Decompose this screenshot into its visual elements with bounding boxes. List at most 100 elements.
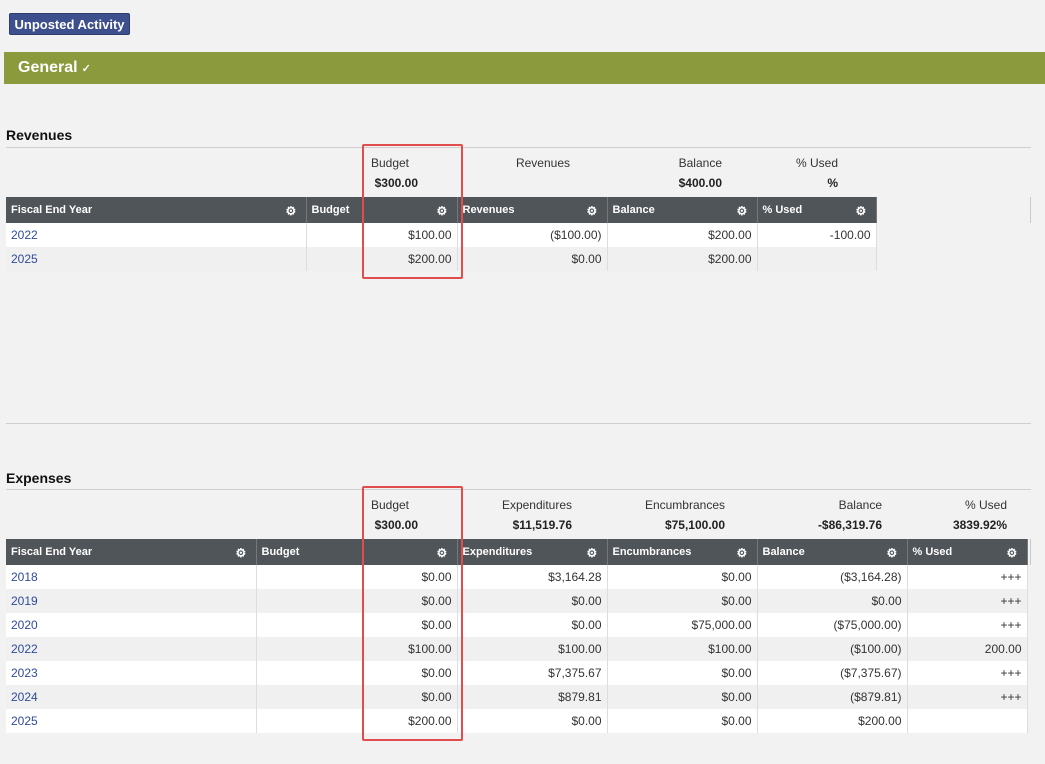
cell: ($7,375.67) <box>757 661 908 685</box>
table-row: 2020 $0.00 $0.00 $75,000.00 ($75,000.00) +++ <box>6 613 1028 637</box>
cell: $0.00 <box>607 661 758 685</box>
cell: $200.00 <box>607 247 758 271</box>
col-balance[interactable]: Balance ⚙ <box>607 197 758 223</box>
cell: $0.00 <box>457 247 608 271</box>
col-pct-used[interactable]: % Used ⚙ <box>757 197 877 223</box>
col-fiscal-end-year[interactable]: Fiscal End Year ⚙ <box>6 539 257 565</box>
expenses-summary-pct-used: % Used 3839.92% <box>952 498 1007 532</box>
cell: ($100.00) <box>457 223 608 247</box>
table-row: 2022 $100.00 $100.00 $100.00 ($100.00) 200.00 <box>6 637 1028 661</box>
cell: +++ <box>907 589 1028 613</box>
gear-icon[interactable]: ⚙ <box>887 547 899 559</box>
expenses-table: Fiscal End Year ⚙ Budget ⚙ Expenditures ⚙ … <box>6 539 1028 733</box>
cell: ($100.00) <box>757 637 908 661</box>
fiscal-year-link[interactable]: 2025 <box>6 247 307 271</box>
cell <box>256 613 364 637</box>
check-icon: ✓ <box>81 62 91 75</box>
cell: $879.81 <box>457 685 608 709</box>
cell: $0.00 <box>607 709 758 733</box>
divider <box>6 147 1031 148</box>
col-budget[interactable]: Budget <box>256 539 364 565</box>
revenues-summary-pct-used: % Used % <box>795 156 838 190</box>
cell: +++ <box>907 685 1028 709</box>
gear-icon[interactable]: ⚙ <box>1007 547 1019 559</box>
col-expenditures[interactable]: Expenditures ⚙ <box>457 539 608 565</box>
cell: +++ <box>907 613 1028 637</box>
cell: +++ <box>907 661 1028 685</box>
cell: $0.00 <box>607 685 758 709</box>
cell <box>256 685 364 709</box>
revenues-title: Revenues <box>6 127 73 143</box>
cell: $0.00 <box>607 589 758 613</box>
col-encumbrances[interactable]: Encumbrances ⚙ <box>607 539 758 565</box>
gear-icon[interactable]: ⚙ <box>737 205 749 217</box>
fiscal-year-link[interactable]: 2020 <box>6 613 257 637</box>
fiscal-year-link[interactable]: 2025 <box>6 709 257 733</box>
cell: ($3,164.28) <box>757 565 908 589</box>
expenses-summary-encumbrances: Encumbrances $75,100.00 <box>644 498 725 532</box>
cell: $0.00 <box>757 589 908 613</box>
gear-icon[interactable]: ⚙ <box>737 547 749 559</box>
divider <box>1030 539 1031 565</box>
cell: $200.00 <box>607 223 758 247</box>
cell: $100.00 <box>457 637 608 661</box>
table-header-row: Fiscal End Year ⚙ Budget ⚙ Expenditures ⚙ … <box>6 539 1028 565</box>
gear-icon[interactable]: ⚙ <box>286 205 298 217</box>
cell: 200.00 <box>907 637 1028 661</box>
divider <box>6 423 1031 424</box>
cell: $3,164.28 <box>457 565 608 589</box>
divider <box>1030 197 1031 223</box>
cell <box>306 223 364 247</box>
budget-highlight-box <box>362 144 463 279</box>
cell: $7,375.67 <box>457 661 608 685</box>
table-row: 2023 $0.00 $7,375.67 $0.00 ($7,375.67) +++ <box>6 661 1028 685</box>
cell: +++ <box>907 565 1028 589</box>
revenues-summary-revenues: Revenues <box>515 156 570 170</box>
gear-icon[interactable]: ⚙ <box>236 547 248 559</box>
cell <box>757 247 877 271</box>
unposted-activity-button[interactable]: Unposted Activity <box>9 13 130 35</box>
cell: $0.00 <box>607 565 758 589</box>
budget-highlight-box <box>362 486 463 741</box>
fiscal-year-link[interactable]: 2023 <box>6 661 257 685</box>
col-pct-used[interactable]: % Used ⚙ <box>907 539 1028 565</box>
fiscal-year-link[interactable]: 2024 <box>6 685 257 709</box>
cell <box>256 709 364 733</box>
col-revenues[interactable]: Revenues ⚙ <box>457 197 608 223</box>
table-row: 2019 $0.00 $0.00 $0.00 $0.00 +++ <box>6 589 1028 613</box>
fiscal-year-link[interactable]: 2018 <box>6 565 257 589</box>
fiscal-year-link[interactable]: 2019 <box>6 589 257 613</box>
table-row: 2025 $200.00 $0.00 $0.00 $200.00 <box>6 709 1028 733</box>
cell: -100.00 <box>757 223 877 247</box>
section-title: General <box>18 59 78 76</box>
cell: $75,000.00 <box>607 613 758 637</box>
cell <box>256 589 364 613</box>
cell: ($879.81) <box>757 685 908 709</box>
cell <box>256 637 364 661</box>
fiscal-year-link[interactable]: 2022 <box>6 223 307 247</box>
col-balance[interactable]: Balance ⚙ <box>757 539 908 565</box>
col-fiscal-end-year[interactable]: Fiscal End Year ⚙ <box>6 197 307 223</box>
expenses-summary-balance: Balance -$86,319.76 <box>817 498 882 532</box>
cell: $100.00 <box>607 637 758 661</box>
col-budget[interactable]: Budget <box>306 197 364 223</box>
cell: $0.00 <box>457 613 608 637</box>
cell: ($75,000.00) <box>757 613 908 637</box>
expenses-title: Expenses <box>6 470 72 486</box>
gear-icon[interactable]: ⚙ <box>587 547 599 559</box>
table-row: 2018 $0.00 $3,164.28 $0.00 ($3,164.28) +++ <box>6 565 1028 589</box>
revenues-summary-balance: Balance $400.00 <box>678 156 722 190</box>
cell: $0.00 <box>457 589 608 613</box>
cell: $200.00 <box>757 709 908 733</box>
cell <box>907 709 1028 733</box>
cell: $0.00 <box>457 709 608 733</box>
gear-icon[interactable]: ⚙ <box>856 205 868 217</box>
section-header-general[interactable]: General ✓ <box>4 52 1045 84</box>
cell <box>306 247 364 271</box>
gear-icon[interactable]: ⚙ <box>587 205 599 217</box>
expenses-summary-expenditures: Expenditures $11,519.76 <box>501 498 572 532</box>
fiscal-year-link[interactable]: 2022 <box>6 637 257 661</box>
cell <box>256 661 364 685</box>
table-row: 2024 $0.00 $879.81 $0.00 ($879.81) +++ <box>6 685 1028 709</box>
divider <box>6 489 1031 490</box>
